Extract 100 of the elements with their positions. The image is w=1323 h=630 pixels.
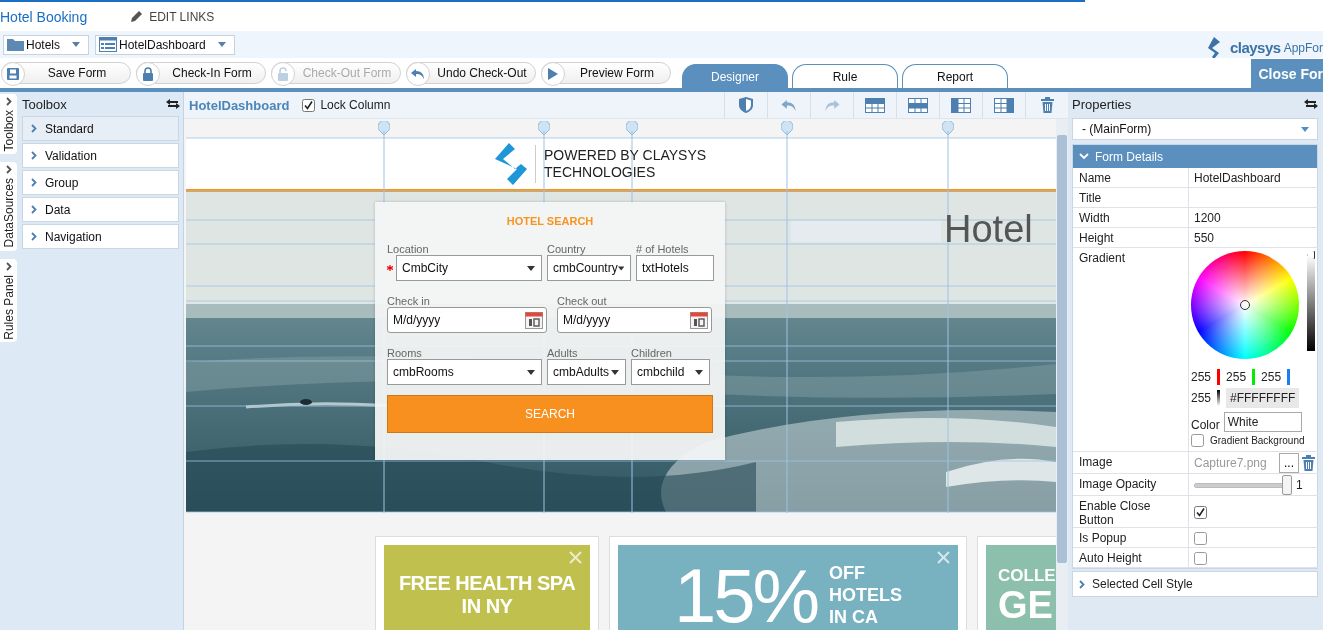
toolbox-category[interactable]: Group bbox=[22, 170, 179, 195]
field-label: Children bbox=[631, 347, 673, 359]
column-handle[interactable] bbox=[781, 121, 793, 135]
toolbox-category[interactable]: Navigation bbox=[22, 224, 179, 249]
chevron-icon bbox=[5, 261, 12, 271]
side-tab[interactable]: Rules Panel bbox=[0, 258, 17, 343]
tab[interactable]: Report bbox=[902, 64, 1008, 88]
property-value[interactable]: 1200 bbox=[1189, 208, 1318, 228]
dropdown[interactable]: cmbchild bbox=[631, 359, 710, 385]
field-label: # of Hotels bbox=[636, 243, 690, 255]
caret-icon bbox=[527, 369, 535, 375]
column-handle[interactable] bbox=[378, 121, 390, 135]
dropdown[interactable]: cmbRooms bbox=[387, 359, 542, 385]
chevron-icon bbox=[31, 178, 37, 187]
toolbar-button[interactable]: Undo Check-Out bbox=[406, 62, 536, 84]
caret-icon bbox=[1301, 126, 1309, 132]
checkbox[interactable] bbox=[1194, 505, 1207, 519]
calendar-icon[interactable] bbox=[525, 311, 543, 329]
dropdown[interactable]: HotelDashboard bbox=[95, 34, 235, 55]
checkbox[interactable] bbox=[1194, 551, 1207, 565]
field-label: Rooms bbox=[387, 347, 423, 359]
brand-name: claysys bbox=[1229, 39, 1281, 56]
toolbar-button[interactable]: Check-In Form bbox=[136, 62, 266, 84]
side-tab[interactable]: Toolbox bbox=[0, 94, 17, 155]
tagline: POWERED BY CLAYSYS TECHNOLOGIES bbox=[544, 146, 708, 181]
field-label: Check out bbox=[557, 295, 608, 307]
redo-icon bbox=[824, 98, 840, 112]
caret-icon bbox=[617, 265, 624, 271]
toolbox-category[interactable]: Validation bbox=[22, 143, 179, 168]
property-name: Title bbox=[1079, 191, 1102, 205]
browse-button[interactable]: ... bbox=[1279, 453, 1299, 473]
caret-icon bbox=[695, 369, 703, 375]
swap-icon[interactable] bbox=[166, 99, 180, 109]
lock-column-checkbox[interactable]: Lock Column bbox=[302, 98, 391, 112]
field-label: Check in bbox=[387, 295, 431, 307]
side-tab[interactable]: DataSources bbox=[0, 162, 17, 251]
chevron-icon bbox=[5, 165, 12, 175]
shield-icon bbox=[739, 97, 753, 113]
color-name-field[interactable]: White bbox=[1223, 412, 1302, 432]
dropdown[interactable]: cmbAdults bbox=[547, 359, 626, 385]
dropdown[interactable]: CmbCity bbox=[396, 255, 542, 281]
form-name: HotelDashboard bbox=[189, 97, 290, 113]
slider-reading: 1 bbox=[1296, 478, 1303, 492]
column-handle[interactable] bbox=[626, 121, 638, 135]
panel-title: Properties bbox=[1072, 96, 1132, 112]
hero-title: Hotel bbox=[944, 208, 1033, 251]
form-icon bbox=[99, 37, 117, 52]
section-header[interactable]: Selected Cell Style bbox=[1072, 571, 1318, 597]
scrollbar[interactable] bbox=[1056, 119, 1068, 630]
unlock-icon bbox=[277, 67, 289, 81]
caret-icon bbox=[611, 369, 619, 375]
promo-text: COLLE bbox=[998, 566, 1056, 586]
property-name: Width bbox=[1079, 211, 1110, 225]
toolbox-category[interactable]: Data bbox=[22, 197, 179, 222]
dropdown[interactable]: Hotels bbox=[3, 34, 89, 55]
channel-value: 255 bbox=[1261, 370, 1282, 384]
card-title: HOTEL SEARCH bbox=[505, 215, 595, 229]
opacity-slider[interactable] bbox=[1194, 475, 1290, 495]
promo-text: OFF HOTELS IN CA bbox=[829, 562, 903, 628]
property-value[interactable]: 550 bbox=[1189, 228, 1318, 248]
chevron-icon bbox=[31, 205, 37, 214]
lock-icon bbox=[142, 67, 154, 81]
property-name: Enable Close Button bbox=[1079, 499, 1152, 527]
chevron-icon bbox=[31, 124, 37, 133]
folder-icon bbox=[7, 38, 24, 51]
date-field[interactable]: M/d/yyyy bbox=[557, 307, 712, 333]
table-icon bbox=[994, 97, 1014, 113]
chevron-icon bbox=[5, 97, 12, 106]
field-label: Location bbox=[387, 243, 430, 255]
input-field[interactable]: txtHotels bbox=[636, 255, 714, 281]
table-icon bbox=[908, 97, 928, 113]
toolbox-category[interactable]: Standard bbox=[22, 116, 179, 141]
pencil-icon bbox=[129, 9, 144, 24]
date-field[interactable]: M/d/yyyy bbox=[387, 307, 547, 333]
property-name: Image Opacity bbox=[1079, 477, 1157, 491]
delete-icon[interactable] bbox=[1302, 455, 1315, 471]
column-handle[interactable] bbox=[942, 121, 954, 135]
undo-icon bbox=[781, 98, 797, 112]
checkbox[interactable] bbox=[1194, 531, 1207, 545]
promo-headline: GE bbox=[998, 586, 1053, 624]
panel-title: Toolbox bbox=[22, 96, 67, 112]
channel-value: 255 bbox=[1191, 370, 1212, 384]
edit-links-link[interactable]: EDIT LINKS bbox=[129, 9, 215, 24]
swap-icon[interactable] bbox=[1304, 99, 1318, 109]
channel-value: 255 bbox=[1226, 370, 1247, 384]
property-name: Height bbox=[1079, 231, 1114, 245]
object-dropdown[interactable]: - (MainForm) bbox=[1072, 118, 1318, 140]
toolbar-button[interactable]: Save Form bbox=[1, 62, 131, 84]
chevron-icon bbox=[1079, 153, 1089, 160]
chevron-icon bbox=[31, 151, 37, 160]
dropdown[interactable]: cmbCountry bbox=[547, 255, 631, 281]
gradient-background-checkbox[interactable]: Gradient Background bbox=[1191, 434, 1305, 447]
product-name: AppFor bbox=[1283, 40, 1323, 55]
tab[interactable]: Rule bbox=[792, 64, 898, 88]
property-value[interactable]: HotelDashboard bbox=[1189, 168, 1318, 188]
toolbar-button[interactable]: Preview Form bbox=[541, 62, 671, 84]
app-title-link[interactable]: Hotel Booking bbox=[0, 8, 88, 25]
calendar-icon[interactable] bbox=[690, 311, 708, 329]
property-name: Is Popup bbox=[1079, 531, 1127, 545]
column-handle[interactable] bbox=[538, 121, 550, 135]
